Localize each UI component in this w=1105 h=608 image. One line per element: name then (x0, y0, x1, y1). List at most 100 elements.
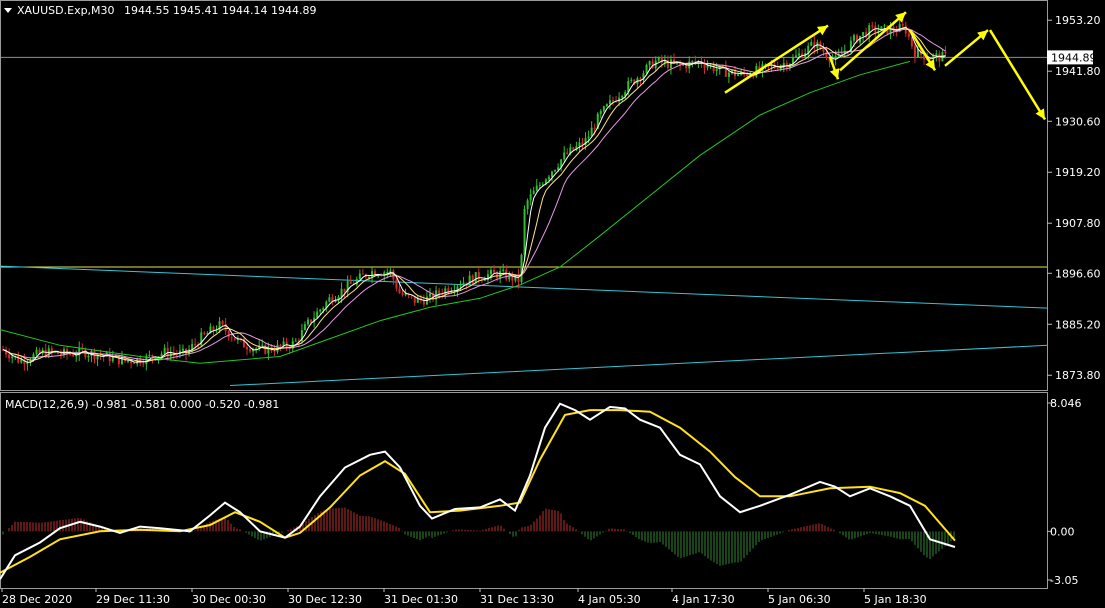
candle-body (87, 355, 90, 358)
candle-body (307, 319, 309, 325)
candle-body (605, 104, 608, 107)
candle-body (691, 61, 694, 63)
candle-body (554, 169, 557, 172)
candle-body (712, 64, 715, 71)
time-axis-label: 4 Jan 05:30 (578, 593, 641, 606)
price-axis-label: 1873.80 (1055, 369, 1101, 382)
candle-body (782, 63, 785, 66)
time-axis-label: 29 Dec 11:30 (96, 593, 170, 606)
menu-triangle-icon (4, 8, 12, 13)
candle-body (648, 61, 651, 65)
candle-body (261, 344, 264, 346)
candle-body (566, 152, 569, 154)
candle-body (862, 32, 865, 36)
candle-body (459, 285, 462, 287)
candle-body (194, 344, 197, 346)
candle-body (50, 348, 53, 352)
candle-body (557, 167, 560, 170)
macd-axis-label: 8.046 (1050, 397, 1082, 410)
candle-body (737, 74, 740, 76)
candle-body (35, 349, 38, 355)
candle-body (11, 356, 14, 359)
candle-body (75, 355, 78, 357)
candle-body (547, 176, 550, 180)
price-axis-label: 1919.20 (1055, 166, 1101, 179)
candle-body (703, 64, 706, 68)
candle-body (520, 254, 523, 282)
candle-body (630, 79, 633, 81)
candle-body (358, 273, 361, 279)
candle-body (142, 363, 145, 365)
candle-body (776, 67, 779, 70)
candle-body (160, 353, 163, 357)
price-axis-label: 1941.80 (1055, 65, 1101, 78)
candle-body (148, 354, 151, 356)
candle-body (715, 69, 718, 71)
candle-body (221, 321, 224, 324)
candle-body (368, 276, 370, 278)
arrow-line-6 (988, 29, 1047, 121)
trading-chart[interactable]: 1953.20 1941.80 1930.60 1919.20 1907.80 1896.… (0, 0, 1105, 608)
macd-histogram (2, 507, 955, 566)
candle-body (191, 344, 194, 350)
candle-body (444, 288, 447, 295)
candle-body (395, 279, 398, 289)
candle-body (389, 270, 392, 272)
candle-body (233, 338, 236, 341)
candle-body (602, 106, 605, 112)
candle-body (551, 171, 553, 177)
candle-body (825, 51, 828, 58)
chart-window[interactable]: 1953.20 1941.80 1930.60 1919.20 1907.80 1896.… (0, 0, 1105, 608)
candle-body (127, 360, 130, 362)
candle-body (706, 65, 709, 68)
price-axis-label: 1953.20 (1055, 14, 1101, 27)
candle-body (727, 72, 730, 77)
price-axis-label: 1885.20 (1055, 318, 1101, 331)
candle-body (371, 271, 374, 277)
candle-body (593, 127, 596, 129)
time-axis-label: 28 Dec 2020 (2, 593, 72, 606)
ma-mid-line (2, 27, 946, 363)
candle-body (657, 57, 660, 61)
current-price-label: 1944.89 (1051, 51, 1097, 64)
price-axis-label: 1930.60 (1055, 115, 1101, 128)
candle-body (392, 270, 395, 280)
candle-body (294, 340, 297, 342)
candle-body (279, 344, 282, 347)
candle-body (398, 288, 401, 294)
candle-body (913, 46, 916, 58)
candle-body (907, 33, 910, 37)
price-axis-label: 1896.60 (1055, 267, 1101, 280)
candle-body (401, 293, 404, 296)
time-axis-label: 30 Dec 00:30 (192, 593, 266, 606)
candle-body (645, 64, 648, 74)
candle-body (361, 273, 364, 275)
candles-group (2, 17, 947, 371)
candle-body (798, 53, 801, 56)
symbol-timeframe-label: XAUUSD.Exp,M30 (17, 4, 115, 17)
candle-body (322, 307, 325, 310)
candle-body (599, 111, 602, 114)
candle-body (795, 55, 797, 58)
candle-body (8, 354, 11, 359)
ma-slow-line (2, 28, 946, 361)
candle-body (493, 269, 496, 273)
candle-body (273, 350, 276, 352)
ma-long-line (0, 60, 911, 364)
candle-body (535, 185, 538, 191)
candle-body (343, 288, 346, 293)
candle-body (316, 311, 319, 318)
candle-body (883, 25, 886, 27)
candle-body (310, 319, 313, 323)
macd-axis-label: 0.00 (1050, 525, 1075, 538)
candle-body (538, 184, 541, 186)
candle-body (502, 269, 505, 272)
candle-body (526, 200, 529, 210)
price-axis-label: 1907.80 (1055, 217, 1101, 230)
candle-body (572, 147, 575, 150)
candle-body (227, 331, 230, 338)
candle-body (669, 59, 672, 68)
candle-body (246, 347, 248, 350)
candle-body (621, 96, 624, 98)
macd-signal-line (0, 409, 956, 574)
